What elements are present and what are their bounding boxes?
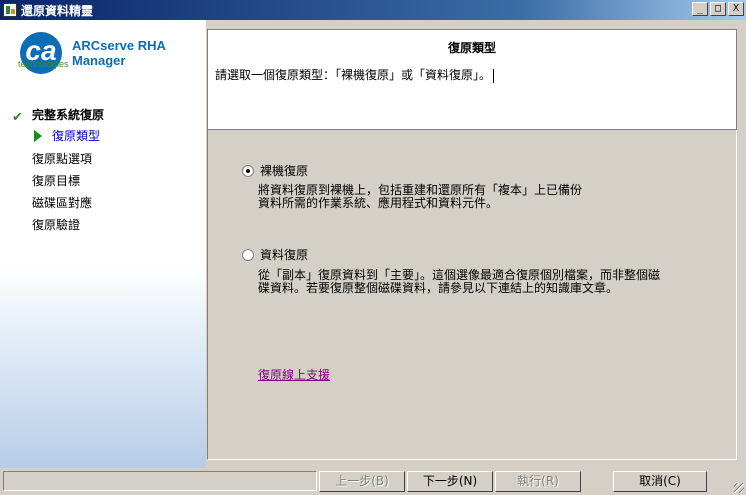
option-data-recovery[interactable]: 資料復原 bbox=[242, 246, 308, 263]
step-recovery-point-options: 復原點選項 bbox=[32, 152, 93, 166]
bare-metal-desc-line2: 資料所需的作業系統、應用程式和資料元件。 bbox=[258, 196, 499, 210]
product-name-line1: ARCserve RHA bbox=[72, 38, 166, 53]
window-title: 還原資料精靈 bbox=[21, 3, 94, 18]
logo-subtitle: technologies bbox=[18, 59, 69, 69]
step-recovery-type: 復原類型 bbox=[52, 129, 101, 143]
bare-metal-radio[interactable] bbox=[242, 164, 254, 177]
online-support-link[interactable]: 復原線上支援 bbox=[258, 366, 330, 383]
page-description: 請選取一個復原類型：「裸機復原」或「資料復原」。 bbox=[215, 66, 495, 83]
resize-grip-icon[interactable] bbox=[734, 483, 744, 493]
step-recovery-target: 復原目標 bbox=[32, 174, 81, 188]
page-description-text: 請選取一個復原類型：「裸機復原」或「資料復原」。 bbox=[215, 68, 492, 82]
options-panel: 裸機復原 將資料復原到裸機上，包括重建和還原所有「複本」上已備份 資料所需的作業… bbox=[207, 130, 737, 460]
bare-metal-description: 將資料復原到裸機上，包括重建和還原所有「複本」上已備份 資料所需的作業系統、應用… bbox=[258, 184, 582, 210]
header-panel: 復原類型 請選取一個復原類型：「裸機復原」或「資料復原」。 bbox=[207, 29, 737, 130]
title-bar: 還原資料精靈 _ □ X bbox=[0, 0, 746, 20]
option-bare-metal[interactable]: 裸機復原 bbox=[242, 162, 308, 179]
step-full-system-recovery: 完整系統復原 bbox=[32, 108, 105, 122]
check-icon: ✔ bbox=[12, 110, 23, 125]
app-icon bbox=[3, 3, 17, 17]
current-step-arrow-icon bbox=[34, 130, 42, 142]
wizard-sidebar: ca technologies ARCserve RHA Manager ✔ 完… bbox=[0, 20, 206, 468]
status-field bbox=[3, 471, 317, 491]
minimize-button[interactable]: _ bbox=[692, 2, 708, 16]
data-recovery-description: 從「副本」復原資料到「主要」。這個選像最適合復原個別檔案，而非整個磁 碟資料。若… bbox=[258, 269, 660, 295]
bare-metal-label[interactable]: 裸機復原 bbox=[260, 162, 308, 179]
run-button[interactable]: 執行(R) bbox=[495, 471, 581, 492]
close-button[interactable]: X bbox=[728, 2, 744, 16]
step-volume-mapping: 磁碟區對應 bbox=[32, 196, 93, 210]
next-button[interactable]: 下一步(N) bbox=[407, 471, 493, 492]
data-recovery-desc-line2: 碟資料。若要復原整個磁碟資料，請參見以下連結上的知識庫文章。 bbox=[258, 281, 619, 295]
cancel-button[interactable]: 取消(C) bbox=[613, 471, 707, 492]
step-recovery-verification: 復原驗證 bbox=[32, 218, 81, 232]
page-title: 復原類型 bbox=[447, 41, 496, 55]
data-recovery-radio[interactable] bbox=[242, 248, 254, 261]
window-controls: _ □ X bbox=[692, 2, 744, 16]
maximize-button[interactable]: □ bbox=[710, 2, 726, 16]
data-recovery-label[interactable]: 資料復原 bbox=[260, 246, 308, 263]
text-caret bbox=[493, 68, 495, 83]
product-name-line2: Manager bbox=[72, 53, 126, 68]
product-name: ARCserve RHA Manager bbox=[72, 38, 202, 68]
back-button[interactable]: 上一步(B) bbox=[319, 471, 405, 492]
